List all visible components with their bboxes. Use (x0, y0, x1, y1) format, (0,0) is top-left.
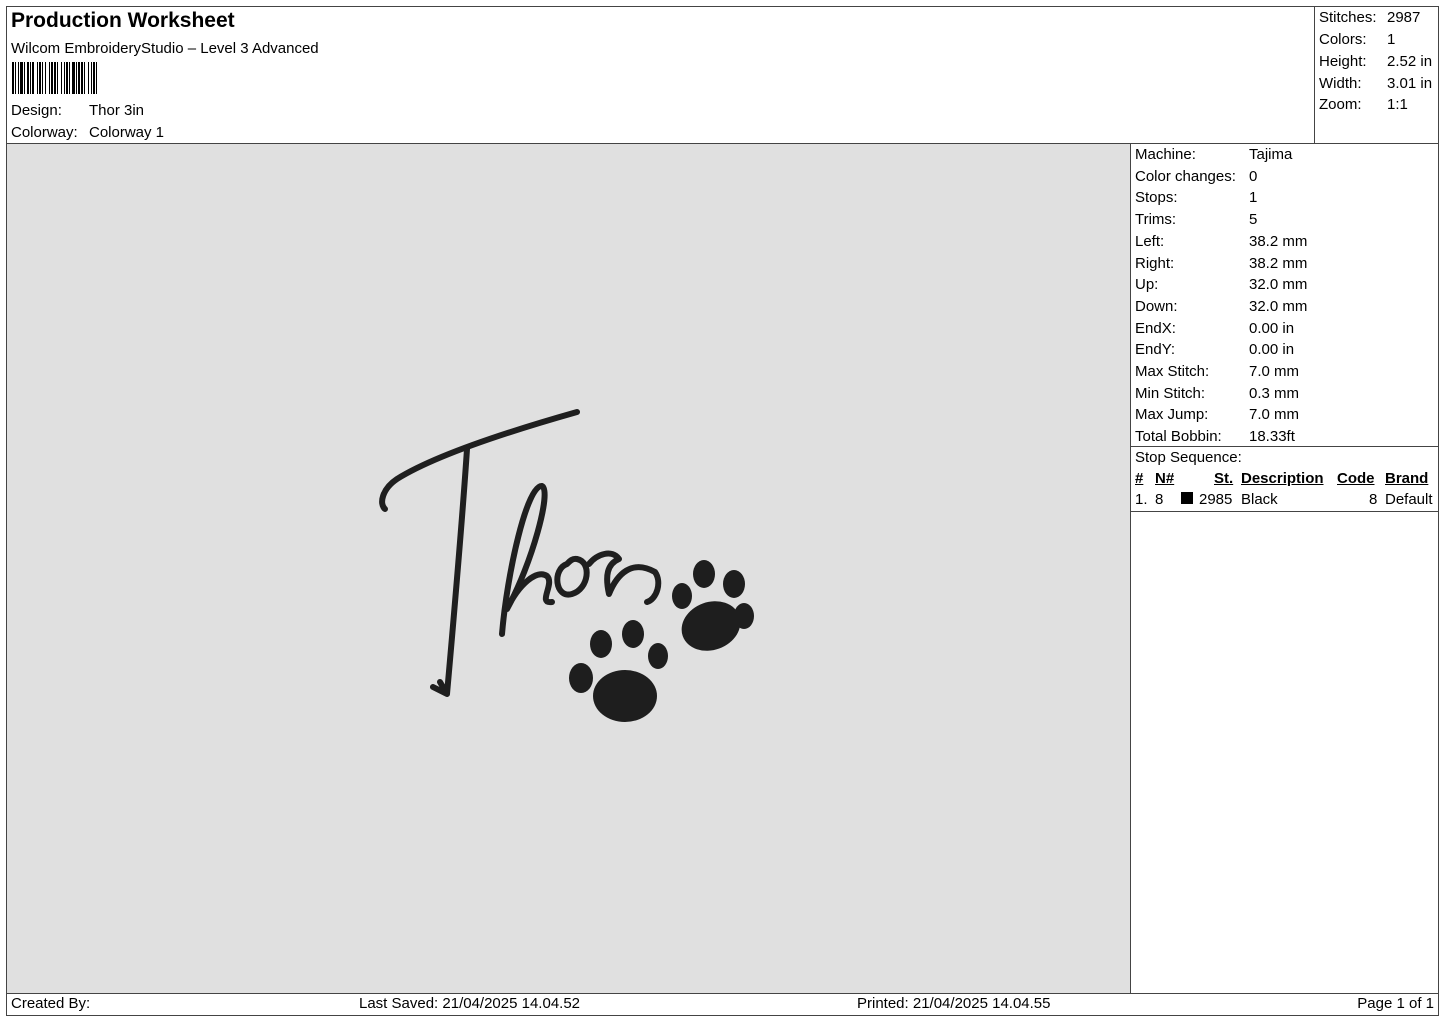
stop-sequence-title: Stop Sequence: (1135, 449, 1242, 466)
stat-value: 3.01 in (1387, 75, 1433, 92)
stat-label: Colors: (1319, 31, 1367, 48)
stat-value: 1:1 (1387, 96, 1408, 113)
stat-label: Height: (1319, 53, 1367, 70)
colorway-value: Colorway 1 (89, 124, 165, 141)
last-saved: Last Saved: 21/04/2025 14.04.52 (359, 995, 581, 1012)
info-row: Stops: 1 (1135, 189, 1257, 207)
stat-label: Zoom: (1319, 96, 1362, 113)
info-value: 38.2 mm (1249, 254, 1308, 272)
info-label: Machine: (1135, 146, 1196, 163)
info-row: Max Stitch: 7.0 mm (1135, 363, 1299, 380)
stats-panel: Stitches: 2987 Colors: 1 Height: 2.52 in Wi… (1314, 6, 1439, 144)
info-row: Min Stitch: 0.3 mm (1135, 384, 1299, 402)
info-row: Machine: Tajima (1135, 146, 1292, 163)
info-value: 0 (1249, 167, 1258, 185)
worksheet-header: Production Worksheet Wilcom EmbroiderySt… (6, 6, 1315, 144)
info-row: Color changes: 0 (1135, 167, 1257, 185)
design-value: Thor 3in (89, 102, 145, 119)
info-row: Right: 38.2 mm (1135, 254, 1307, 272)
info-label: Color changes: (1135, 167, 1236, 185)
info-label: Left: (1135, 232, 1165, 250)
design-canvas (7, 143, 1131, 993)
row-desc: Black (1241, 491, 1278, 508)
info-label: Up: (1135, 276, 1159, 294)
row-num: 1. (1135, 491, 1148, 508)
stat-value: 2.52 in (1387, 53, 1433, 70)
stat-label: Width: (1319, 75, 1362, 92)
info-row: Left: 38.2 mm (1135, 232, 1307, 250)
info-row: Up: 32.0 mm (1135, 276, 1307, 294)
info-label: Min Stitch: (1135, 384, 1206, 402)
letter-t-crossbar (379, 409, 580, 512)
row-n: 8 (1155, 491, 1164, 508)
created-by: Created By: (11, 995, 91, 1012)
col-code: Code (1337, 470, 1375, 487)
design-label: Design: (11, 102, 62, 119)
page-number: Page 1 of 1 (1357, 995, 1434, 1012)
info-value: 0.00 in (1249, 341, 1295, 359)
info-value: 0.3 mm (1249, 384, 1300, 402)
printed-date: Printed: 21/04/2025 14.04.55 (857, 995, 1051, 1012)
letter-h (499, 483, 555, 637)
info-value: 5 (1249, 211, 1258, 229)
letter-o (554, 555, 590, 598)
paw-print-icon (672, 560, 754, 651)
col-st: St. (1214, 470, 1234, 487)
letter-t-stem (430, 446, 470, 697)
info-label: Trims: (1135, 211, 1177, 229)
info-value: 32.0 mm (1249, 297, 1308, 315)
info-label: EndX: (1135, 319, 1176, 337)
info-label: EndY: (1135, 341, 1176, 359)
info-label: Max Jump: (1135, 406, 1209, 424)
empty-panel (1130, 511, 1439, 994)
page-title: Production Worksheet (11, 9, 235, 32)
stat-row: Zoom: 1:1 (1319, 96, 1408, 113)
info-label: Down: (1135, 297, 1178, 315)
stat-value: 2987 (1387, 9, 1421, 26)
stat-row: Colors: 1 (1319, 31, 1395, 48)
stat-row: Height: 2.52 in (1319, 53, 1432, 70)
info-label: Right: (1135, 254, 1175, 272)
col-num: # (1135, 470, 1144, 487)
info-row: Max Jump: 7.0 mm (1135, 406, 1299, 424)
info-row: EndX: 0.00 in (1135, 319, 1294, 337)
info-value: 0.00 in (1249, 319, 1295, 337)
row-code: 8 (1369, 491, 1378, 508)
stop-sequence-panel: Stop Sequence: # N# St. Description Code… (1130, 446, 1439, 512)
info-row: Down: 32.0 mm (1135, 297, 1307, 315)
info-value: 32.0 mm (1249, 276, 1308, 294)
worksheet-footer: Created By: Last Saved: 21/04/2025 14.04… (6, 993, 1439, 1016)
embroidery-design (379, 409, 754, 722)
row-brand: Default (1385, 491, 1433, 508)
info-row: EndY: 0.00 in (1135, 341, 1294, 359)
info-value: 18.33ft (1249, 428, 1295, 446)
app-name: Wilcom EmbroideryStudio – Level 3 Advanc… (11, 40, 319, 57)
info-label: Max Stitch: (1135, 363, 1210, 380)
stat-value: 1 (1387, 31, 1396, 48)
info-label: Total Bobbin: (1135, 428, 1222, 446)
info-value: 1 (1249, 189, 1258, 207)
stat-row: Stitches: 2987 (1319, 9, 1420, 26)
info-row: Trims: 5 (1135, 211, 1257, 229)
info-value: Tajima (1249, 146, 1293, 163)
col-n: N# (1155, 470, 1175, 487)
col-brand: Brand (1385, 470, 1429, 487)
stat-label: Stitches: (1319, 9, 1377, 26)
info-value: 7.0 mm (1249, 406, 1300, 424)
color-swatch (1181, 492, 1193, 504)
info-row: Total Bobbin: 18.33ft (1135, 428, 1295, 446)
info-label: Stops: (1135, 189, 1178, 207)
letter-r (586, 550, 662, 605)
row-st: 2985 (1199, 491, 1233, 508)
col-desc: Description (1241, 470, 1324, 487)
machine-info-panel: Machine: Tajima Color changes: 0 Stops: 1 Trim… (1130, 143, 1439, 447)
paw-print-icon (569, 620, 668, 722)
colorway-label: Colorway: (11, 124, 78, 141)
barcode-icon (12, 62, 97, 94)
info-value: 7.0 mm (1249, 363, 1300, 380)
stat-row: Width: 3.01 in (1319, 75, 1432, 92)
info-value: 38.2 mm (1249, 232, 1308, 250)
